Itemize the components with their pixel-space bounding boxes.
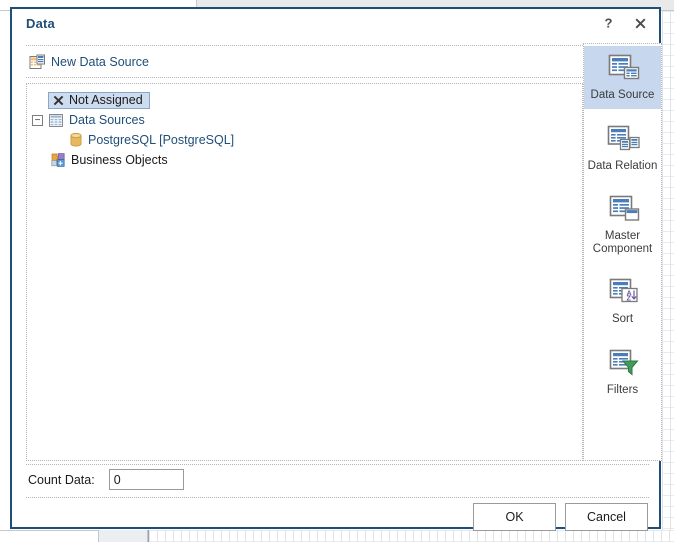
count-data-label: Count Data: bbox=[28, 472, 95, 487]
data-relation-icon bbox=[603, 123, 643, 157]
business-objects-puzzle-icon bbox=[51, 153, 66, 167]
close-x-icon[interactable] bbox=[629, 13, 651, 33]
gallery-item-label: Sort bbox=[611, 313, 634, 325]
svg-text:?: ? bbox=[604, 16, 612, 30]
gallery-item-label: Data Relation bbox=[587, 159, 658, 172]
background-row-divider bbox=[0, 530, 98, 531]
gallery-item-master-component[interactable]: Master Component bbox=[584, 187, 661, 262]
gallery-item-filters[interactable]: Filters bbox=[584, 341, 661, 404]
dialog-title: Data bbox=[26, 16, 55, 31]
ok-button[interactable]: OK bbox=[473, 503, 556, 531]
tree-node-not-assigned[interactable]: Not Assigned bbox=[27, 90, 582, 110]
count-bottom-separator bbox=[26, 497, 649, 498]
filter-funnel-icon bbox=[603, 347, 643, 381]
background-spreadsheet-grid-bottom bbox=[148, 530, 674, 542]
gallery-item-label: Master Component bbox=[593, 230, 652, 255]
gallery-item-data-relation[interactable]: Data Relation bbox=[584, 117, 661, 180]
count-data-input[interactable] bbox=[108, 469, 184, 490]
tree-node-data-sources[interactable]: − Data Sources bbox=[27, 110, 582, 130]
question-mark-icon[interactable]: ? bbox=[597, 13, 619, 33]
cross-x-icon bbox=[53, 95, 64, 106]
new-data-source-label: New Data Source bbox=[51, 55, 149, 69]
gallery-spacer bbox=[584, 179, 661, 187]
tree-node-label: PostgreSQL [PostgreSQL] bbox=[88, 133, 235, 147]
data-dialog: Data ? New Data Source Not Assigned − Da… bbox=[10, 7, 662, 531]
header-separator bbox=[26, 77, 649, 78]
gallery-spacer bbox=[584, 333, 661, 341]
gallery-item-label-line1: Master bbox=[604, 230, 641, 242]
new-data-source-row[interactable]: New Data Source bbox=[28, 52, 149, 72]
gallery-item-sort[interactable]: A Z Sort bbox=[584, 270, 661, 333]
count-data-row: Count Data: bbox=[28, 469, 184, 490]
background-spreadsheet-grid-right bbox=[662, 11, 674, 542]
data-source-tree: Not Assigned − Data Sources PostgreSQL [… bbox=[27, 84, 582, 170]
tree-expander-collapse-icon[interactable]: − bbox=[32, 114, 43, 126]
cancel-button[interactable]: Cancel bbox=[565, 503, 648, 531]
title-separator bbox=[26, 45, 649, 46]
tree-node-label: Business Objects bbox=[71, 153, 168, 167]
gallery-spacer bbox=[584, 262, 661, 270]
tree-node-label: Not Assigned bbox=[69, 93, 143, 107]
gallery-item-data-source[interactable]: Data Source bbox=[584, 46, 661, 109]
gallery-item-label: Filters bbox=[606, 383, 639, 396]
tree-node-postgresql[interactable]: PostgreSQL [PostgreSQL] bbox=[27, 130, 582, 150]
tree-node-business-objects[interactable]: Business Objects bbox=[27, 150, 582, 170]
master-component-icon bbox=[603, 193, 643, 227]
dialog-footer: OK Cancel bbox=[473, 503, 648, 531]
table-grid-icon bbox=[49, 113, 63, 127]
sort-az-icon: A Z bbox=[603, 276, 643, 310]
gallery-item-label: Data Source bbox=[590, 89, 655, 101]
tree-node-not-assigned-chip: Not Assigned bbox=[48, 91, 150, 109]
svg-text:Z: Z bbox=[626, 294, 631, 303]
data-source-tree-panel[interactable]: Not Assigned − Data Sources PostgreSQL [… bbox=[26, 83, 583, 461]
background-header-cell bbox=[98, 530, 148, 542]
gallery-item-label-line2: Component bbox=[592, 242, 653, 255]
tool-gallery: Data Source Data Relation Master Compone… bbox=[583, 43, 662, 461]
tree-node-label: Data Sources bbox=[69, 113, 145, 127]
data-source-icon bbox=[603, 52, 643, 86]
title-bar-buttons: ? bbox=[597, 13, 651, 33]
dialog-title-bar: Data ? bbox=[12, 9, 659, 38]
count-top-separator bbox=[26, 464, 649, 465]
gallery-spacer bbox=[584, 109, 661, 117]
new-data-source-icon bbox=[28, 53, 46, 71]
database-cylinder-icon bbox=[70, 133, 82, 147]
